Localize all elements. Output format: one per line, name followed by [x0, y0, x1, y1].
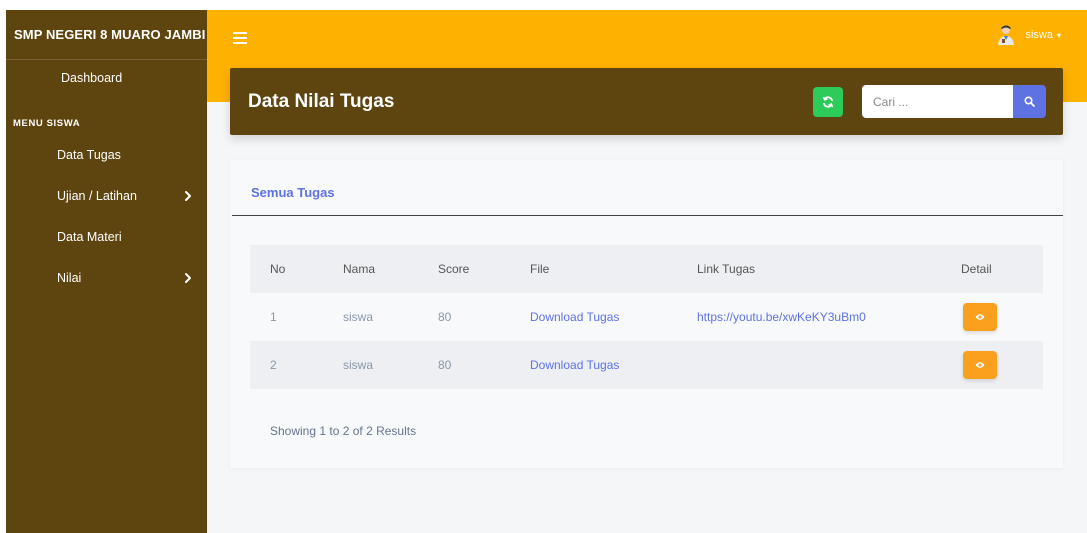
- tasks-card: Semua Tugas No Nama Score File Link Tuga…: [230, 160, 1063, 468]
- table-header-row: No Nama Score File Link Tugas Detail: [250, 245, 1043, 293]
- search-icon: [1024, 96, 1035, 107]
- column-header-link-tugas: Link Tugas: [697, 262, 756, 276]
- results-summary: Showing 1 to 2 of 2 Results: [270, 424, 417, 438]
- user-avatar-icon: [998, 25, 1015, 45]
- detail-button[interactable]: [963, 303, 997, 331]
- sidebar-item-label: Data Materi: [57, 230, 122, 244]
- sidebar-item-label: Nilai: [57, 271, 82, 285]
- search-input[interactable]: [862, 85, 1013, 118]
- sidebar-item-data-materi[interactable]: Data Materi: [6, 222, 207, 252]
- eye-icon: [975, 314, 985, 320]
- caret-down-icon: ▾: [1056, 30, 1061, 40]
- hamburger-icon[interactable]: [233, 32, 247, 44]
- column-header-no: No: [270, 262, 286, 276]
- column-header-score: Score: [438, 262, 470, 276]
- download-tugas-link[interactable]: Download Tugas: [530, 293, 619, 341]
- cell-score: 80: [438, 310, 452, 324]
- eye-icon: [975, 362, 985, 368]
- cell-score: 80: [438, 358, 452, 372]
- card-title: Semua Tugas: [251, 185, 335, 200]
- page-title: Data Nilai Tugas: [248, 91, 395, 112]
- brand-title[interactable]: SMP NEGERI 8 MUARO JAMBI: [6, 10, 207, 60]
- cell-nama: siswa: [343, 310, 374, 324]
- sidebar-item-label: Data Tugas: [57, 148, 121, 162]
- cell-no: 2: [270, 358, 277, 372]
- sidebar-item-dashboard[interactable]: Dashboard: [6, 63, 207, 93]
- sidebar-item-ujian-latihan[interactable]: Ujian / Latihan: [6, 181, 207, 211]
- sidebar-item-data-tugas[interactable]: Data Tugas: [6, 140, 207, 170]
- column-header-file: File: [530, 262, 550, 276]
- column-header-detail: Detail: [961, 262, 992, 276]
- cell-no: 1: [270, 310, 277, 324]
- search-button[interactable]: [1013, 85, 1046, 118]
- detail-button[interactable]: [963, 351, 997, 379]
- app-window: SMP NEGERI 8 MUARO JAMBI Dashboard MENU …: [6, 10, 1087, 533]
- card-divider: [232, 215, 1063, 216]
- sidebar-section-heading: MENU SISWA: [13, 118, 81, 129]
- table-row: 2 siswa 80 Download Tugas: [250, 341, 1043, 389]
- user-menu[interactable]: siswa ▾: [995, 24, 1061, 46]
- download-tugas-link[interactable]: Download Tugas: [530, 341, 619, 389]
- refresh-icon: [822, 96, 834, 108]
- chevron-right-icon: [185, 191, 191, 201]
- sidebar: SMP NEGERI 8 MUARO JAMBI Dashboard MENU …: [6, 10, 207, 533]
- sidebar-item-label: Dashboard: [61, 71, 123, 85]
- cell-nama: siswa: [343, 358, 374, 372]
- table-row: 1 siswa 80 Download Tugas https://youtu.…: [250, 293, 1043, 341]
- user-name: siswa: [1025, 29, 1053, 41]
- sidebar-item-label: Ujian / Latihan: [57, 189, 137, 203]
- sidebar-item-nilai[interactable]: Nilai: [6, 263, 207, 293]
- column-header-nama: Nama: [343, 262, 376, 276]
- chevron-right-icon: [185, 273, 191, 283]
- page-header: Data Nilai Tugas: [230, 68, 1063, 135]
- link-tugas[interactable]: https://youtu.be/xwKeKY3uBm0: [697, 293, 866, 341]
- scores-table: No Nama Score File Link Tugas Detail 1 s…: [250, 245, 1043, 389]
- refresh-button[interactable]: [813, 87, 843, 117]
